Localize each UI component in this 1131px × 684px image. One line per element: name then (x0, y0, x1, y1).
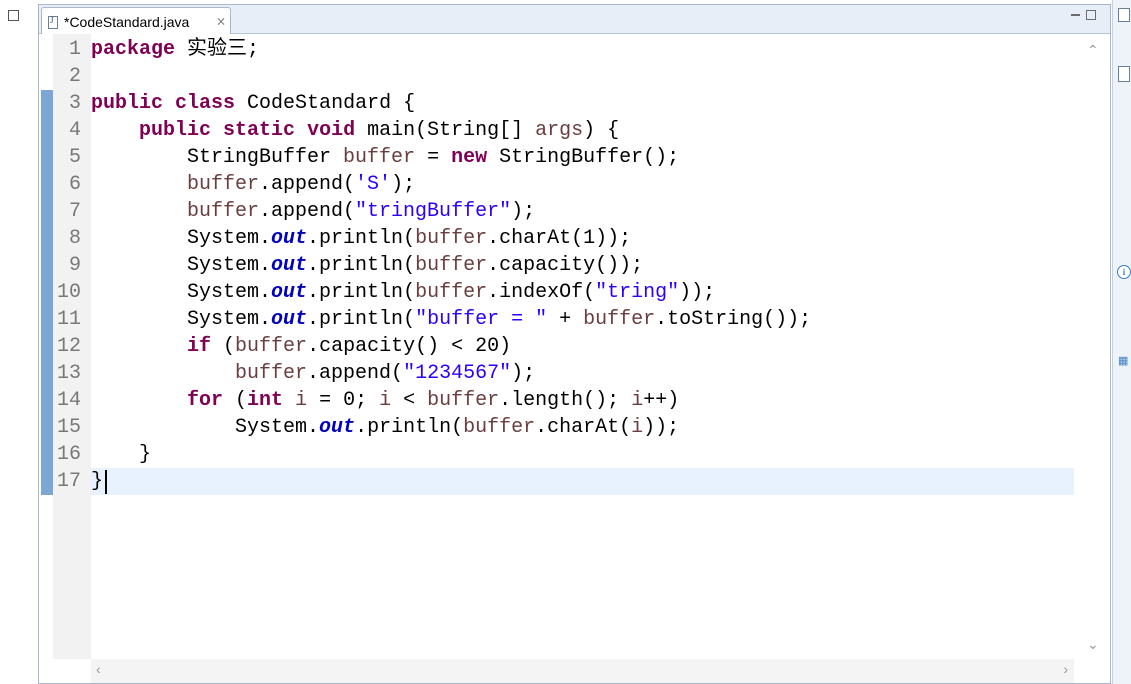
change-marker (41, 171, 53, 198)
line-number: 2 (68, 65, 81, 88)
right-panel-strip: i ▦ (1112, 0, 1131, 684)
line-number: 9 (68, 254, 81, 277)
line-number: 12 (56, 335, 81, 358)
change-marker (41, 306, 53, 333)
change-marker (41, 441, 53, 468)
change-marker (41, 117, 53, 144)
line-number: 4 (68, 119, 81, 142)
change-marker (41, 414, 53, 441)
code-line[interactable]: package 实验三; (91, 36, 259, 63)
code-line[interactable]: buffer.append("1234567"); (91, 360, 535, 387)
code-line[interactable]: System.out.println(buffer.capacity()); (91, 252, 643, 279)
panel-icon[interactable] (1118, 66, 1130, 82)
maximize-icon[interactable] (1086, 10, 1096, 20)
line-number: 13 (56, 362, 81, 385)
hierarchy-icon[interactable]: ▦ (1118, 354, 1128, 367)
code-line[interactable]: buffer.append("tringBuffer"); (91, 198, 535, 225)
line-number-gutter: 1 2 3 4 5 6 7 8 9 10 11 12 13 14 15 16 17 (53, 34, 91, 659)
scroll-down-icon[interactable]: ⌄ (1087, 636, 1099, 653)
line-number: 5 (68, 146, 81, 169)
line-number: 7 (68, 200, 81, 223)
change-marker (41, 468, 53, 495)
java-file-icon (48, 15, 58, 29)
line-number: 8 (68, 227, 81, 250)
code-line[interactable]: } (91, 468, 103, 495)
code-line[interactable]: System.out.println("buffer = " + buffer.… (91, 306, 811, 333)
outline-view-icon[interactable] (1118, 8, 1130, 22)
change-marker (41, 90, 53, 117)
code-line[interactable]: buffer.append('S'); (91, 171, 415, 198)
left-panel-strip (0, 0, 36, 684)
close-icon[interactable]: ⨯ (216, 14, 226, 28)
editor-tab-bar: *CodeStandard.java ⨯ (39, 5, 1110, 34)
change-marker (41, 387, 53, 414)
line-number: 1 (68, 38, 81, 61)
line-number: 10 (56, 281, 81, 304)
line-number: 3 (68, 92, 81, 115)
tab-title: *CodeStandard.java (64, 14, 190, 30)
code-line[interactable]: System.out.println(buffer.charAt(1)); (91, 225, 631, 252)
text-caret (105, 470, 107, 494)
code-line[interactable]: public static void main(String[] args) { (91, 117, 619, 144)
code-area[interactable]: package 实验三; public class CodeStandard { … (91, 34, 1074, 659)
line-number: 15 (56, 416, 81, 439)
tab-codestandard-java[interactable]: *CodeStandard.java ⨯ (41, 7, 231, 34)
change-marker (41, 279, 53, 306)
info-icon[interactable]: i (1117, 265, 1131, 279)
code-line[interactable]: for (int i = 0; i < buffer.length(); i++… (91, 387, 679, 414)
change-marker (41, 144, 53, 171)
line-number: 17 (56, 470, 81, 493)
line-number: 16 (56, 443, 81, 466)
change-ruler (39, 34, 53, 659)
change-marker (41, 225, 53, 252)
horizontal-scrollbar[interactable]: ‹ › (91, 659, 1074, 683)
code-line[interactable]: System.out.println(buffer.indexOf("tring… (91, 279, 715, 306)
line-number: 6 (68, 173, 81, 196)
code-line[interactable]: } (91, 441, 151, 468)
code-line[interactable]: if (buffer.capacity() < 20) (91, 333, 511, 360)
change-marker (41, 252, 53, 279)
line-number: 14 (56, 389, 81, 412)
scroll-right-icon[interactable]: › (1063, 661, 1068, 677)
scroll-up-icon[interactable]: ⌃ (1087, 42, 1099, 59)
change-marker (41, 198, 53, 225)
current-line-highlight (91, 468, 1074, 495)
line-number: 11 (56, 308, 81, 331)
minimize-icon[interactable] (1071, 14, 1080, 16)
restore-view-icon[interactable] (8, 10, 19, 21)
code-line[interactable]: StringBuffer buffer = new StringBuffer()… (91, 144, 679, 171)
scroll-left-icon[interactable]: ‹ (96, 661, 101, 677)
code-line[interactable]: public class CodeStandard { (91, 90, 415, 117)
vertical-scrollbar[interactable]: ⌃ ⌄ (1074, 34, 1110, 659)
java-editor: *CodeStandard.java ⨯ 1234567891011121314… (38, 4, 1111, 684)
change-marker (41, 360, 53, 387)
code-line[interactable]: System.out.println(buffer.charAt(i)); (91, 414, 679, 441)
change-marker (41, 333, 53, 360)
